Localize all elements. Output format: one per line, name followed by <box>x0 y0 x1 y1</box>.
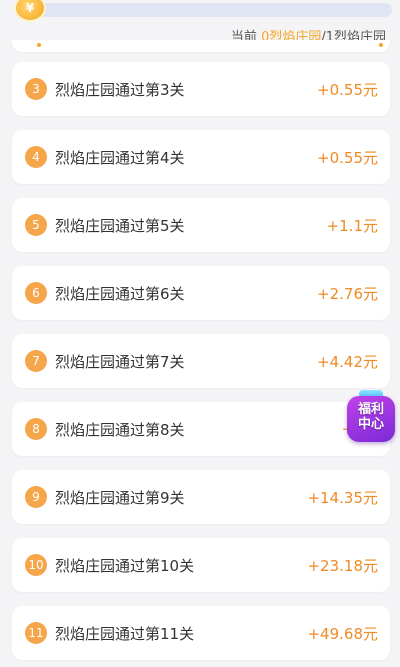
task-label: 烈焰庄园通过第7关 <box>55 352 185 371</box>
task-reward: +0.55元 <box>317 80 378 99</box>
task-card-partial <box>12 40 390 52</box>
task-number-badge: 7 <box>25 350 47 372</box>
task-card[interactable]: 10 烈焰庄园通过第10关 +23.18元 <box>12 538 390 592</box>
dot-icon <box>379 43 383 47</box>
task-card[interactable]: 11 烈焰庄园通过第11关 +49.68元 <box>12 606 390 660</box>
task-label: 烈焰庄园通过第6关 <box>55 284 185 303</box>
task-number-badge: 9 <box>25 486 47 508</box>
task-number-badge: 3 <box>25 78 47 100</box>
task-number-badge: 10 <box>25 554 47 576</box>
task-reward: +23.18元 <box>307 556 378 575</box>
task-reward: +0.55元 <box>317 148 378 167</box>
task-label: 烈焰庄园通过第8关 <box>55 420 185 439</box>
task-number-badge: 6 <box>25 282 47 304</box>
task-label: 烈焰庄园通过第4关 <box>55 148 185 167</box>
task-card[interactable]: 6 烈焰庄园通过第6关 +2.76元 <box>12 266 390 320</box>
task-label: 烈焰庄园通过第5关 <box>55 216 185 235</box>
progress-bar <box>36 3 392 17</box>
task-card[interactable]: 3 烈焰庄园通过第3关 +0.55元 <box>12 62 390 116</box>
task-card[interactable]: 8 烈焰庄园通过第8关 +6.6 <box>12 402 390 456</box>
task-reward: +1.1元 <box>326 216 378 235</box>
page-root: ¥ 当前 0烈焰庄园/1烈焰庄园 3 烈焰庄园通过第3关 +0.55元 4 烈焰… <box>0 0 400 667</box>
welfare-label-line1: 福利 <box>357 402 384 417</box>
dot-icon <box>37 43 41 47</box>
task-reward: +49.68元 <box>307 624 378 643</box>
task-list: 3 烈焰庄园通过第3关 +0.55元 4 烈焰庄园通过第4关 +0.55元 5 … <box>12 62 390 667</box>
welfare-center-button[interactable]: 福利 中心 <box>345 390 397 444</box>
task-card[interactable]: 7 烈焰庄园通过第7关 +4.42元 <box>12 334 390 388</box>
welfare-label-line2: 中心 <box>357 417 384 432</box>
task-label: 烈焰庄园通过第11关 <box>55 624 195 643</box>
progress-section: ¥ <box>8 0 392 20</box>
task-number-badge: 4 <box>25 146 47 168</box>
task-reward: +2.76元 <box>317 284 378 303</box>
task-card[interactable]: 9 烈焰庄园通过第9关 +14.35元 <box>12 470 390 524</box>
task-card[interactable]: 4 烈焰庄园通过第4关 +0.55元 <box>12 130 390 184</box>
task-card[interactable]: 5 烈焰庄园通过第5关 +1.1元 <box>12 198 390 252</box>
task-number-badge: 5 <box>25 214 47 236</box>
task-number-badge: 8 <box>25 418 47 440</box>
coin-icon: ¥ <box>16 0 44 20</box>
task-label: 烈焰庄园通过第10关 <box>55 556 195 575</box>
task-label: 烈焰庄园通过第3关 <box>55 80 185 99</box>
task-number-badge: 11 <box>25 622 47 644</box>
task-reward: +14.35元 <box>307 488 378 507</box>
task-label: 烈焰庄园通过第9关 <box>55 488 185 507</box>
task-reward: +4.42元 <box>317 352 378 371</box>
